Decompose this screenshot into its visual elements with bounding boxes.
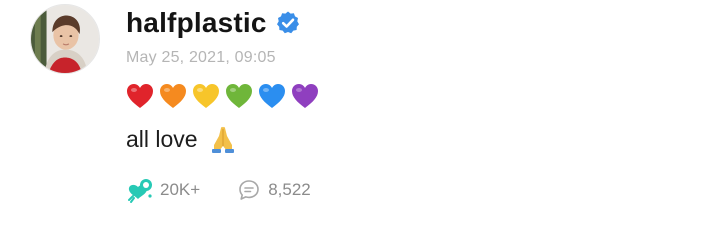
yellow-heart-icon bbox=[193, 84, 219, 108]
post-card: halfplastic May 25, 2021, 09:05 all love bbox=[0, 0, 720, 240]
post-stats: 20K+ 8,522 bbox=[126, 176, 311, 204]
red-heart-icon bbox=[127, 84, 153, 108]
like-heart-icon[interactable] bbox=[126, 176, 156, 204]
blue-heart-icon bbox=[259, 84, 285, 108]
folded-hands-icon bbox=[208, 124, 238, 154]
orange-heart-icon bbox=[160, 84, 186, 108]
purple-heart-icon bbox=[292, 84, 318, 108]
avatar-image bbox=[31, 5, 99, 73]
heart-emoji-row bbox=[125, 82, 320, 110]
comment-bubble-icon[interactable] bbox=[238, 179, 260, 201]
message-text: all love bbox=[126, 126, 198, 152]
username[interactable]: halfplastic bbox=[126, 6, 267, 40]
comment-count: 8,522 bbox=[268, 180, 311, 199]
author-row: halfplastic bbox=[126, 6, 301, 40]
verified-badge-icon bbox=[275, 10, 301, 36]
avatar[interactable] bbox=[30, 4, 100, 74]
like-count: 20K+ bbox=[160, 180, 201, 199]
comment-stat[interactable]: 8,522 bbox=[238, 179, 311, 201]
like-stat[interactable]: 20K+ bbox=[126, 176, 200, 204]
post-timestamp: May 25, 2021, 09:05 bbox=[126, 49, 276, 66]
green-heart-icon bbox=[226, 84, 252, 108]
post-message: all love bbox=[126, 124, 238, 154]
